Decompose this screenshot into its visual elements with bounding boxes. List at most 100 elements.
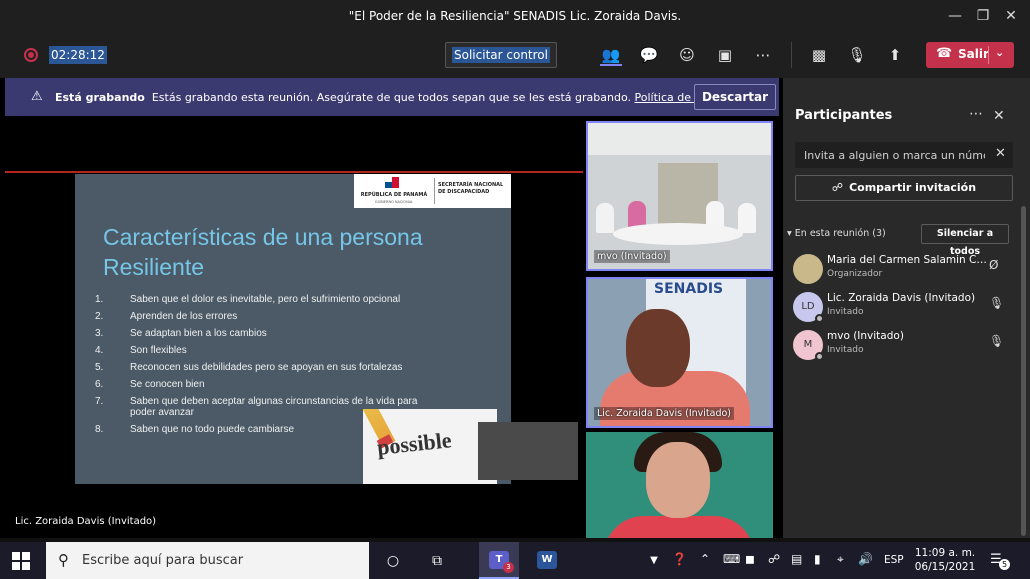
participant-role: Organizador [827, 269, 883, 279]
speaker-face [626, 309, 690, 387]
video-tile-third[interactable] [586, 432, 773, 538]
clear-icon[interactable]: ✕ [995, 146, 1006, 161]
windows-taskbar: ⚲ ○ ⧉ T 3 W ▼ ❓ ⌃ ⌨ ◼ ☍ ▤ ▮ ⌖ 🔊 ESP 11:0… [0, 542, 1030, 579]
usb-icon[interactable]: ⌨ [723, 552, 740, 566]
scroll-down-icon[interactable]: ▼ [643, 550, 665, 572]
participant-row[interactable]: Maria del Carmen Salamin Ca... Organizad… [793, 252, 1013, 288]
participant-name: Maria del Carmen Salamin Ca... [827, 254, 987, 266]
help-icon[interactable]: ❓ [672, 552, 687, 566]
attendee-figure [596, 203, 614, 233]
leave-label: Salir [958, 47, 989, 61]
participants-panel: Participantes ⋯ ✕ ✕ ☍ Compartir invitació… [783, 78, 1030, 538]
taskbar-search-input[interactable] [82, 542, 362, 579]
clock-time: 11:09 a. m. [914, 547, 976, 559]
invite-input[interactable] [795, 142, 985, 168]
word-app[interactable]: W [527, 542, 567, 579]
list-item: 5. Reconocen sus debilidades pero se apoy… [95, 362, 403, 373]
participants-icon[interactable]: 👥 [600, 44, 622, 66]
maximize-icon[interactable]: ❐ [972, 6, 994, 26]
share-label: Compartir invitación [849, 181, 977, 194]
recording-icon [24, 48, 38, 62]
word-icon: W [537, 551, 557, 569]
mic-muted-icon[interactable]: 🎙 [846, 44, 868, 66]
notifications-icon[interactable]: ☰ 5 [990, 552, 1010, 570]
presence-icon [815, 352, 824, 361]
chevron-up-icon[interactable]: ⌃ [700, 552, 710, 566]
volume-icon[interactable]: 🔊 [858, 552, 873, 566]
request-control-button[interactable]: Solicitar control [445, 42, 557, 68]
warning-icon: ⚠ [31, 89, 43, 104]
banner-sign-text: SENADIS [654, 281, 724, 297]
impossible-pencil-image: possible [363, 409, 497, 484]
windows-start-icon[interactable] [12, 552, 30, 570]
notification-count: 5 [999, 559, 1010, 570]
panel-title: Participantes [795, 108, 893, 123]
avatar: M [793, 330, 824, 361]
presentation-slide: REPÚBLICA DE PANAMÁ GOBIERNO NACIONAL SE… [75, 174, 511, 484]
leave-divider [988, 46, 989, 64]
cortana-icon[interactable]: ○ [382, 550, 404, 572]
wifi-icon[interactable]: ⌖ [837, 552, 844, 567]
banner-message: Estás grabando esta reunión. Asegúrate d… [151, 91, 631, 104]
leave-button[interactable]: ☎ Salir ⌄ [926, 42, 1014, 68]
in-meeting-header[interactable]: ▾ En esta reunión (3) [787, 228, 886, 239]
battery-icon[interactable]: ▮ [814, 552, 821, 566]
share-icon: ☍ [831, 181, 844, 194]
participant-row[interactable]: M mvo (Invitado) Invitado 🎙 [793, 328, 1013, 364]
list-item: 4. Son flexibles [95, 345, 187, 356]
panel-scrollbar[interactable] [1021, 206, 1026, 536]
logo-divider [434, 178, 435, 204]
list-item: 1. Saben que el dolor es inevitable, pero… [95, 294, 401, 305]
more-options-icon[interactable]: ⋯ [752, 44, 774, 66]
room-ceiling [588, 123, 771, 155]
share-screen-icon[interactable]: ⬆ [884, 44, 906, 66]
meeting-toolbar: 02:28:12 Solicitar control 👥 💬 ☺ ▣ ⋯ ▩ 🎙… [0, 32, 1030, 78]
participant-face [646, 442, 710, 518]
close-icon[interactable]: ✕ [993, 108, 1005, 124]
language-indicator[interactable]: ESP [884, 554, 904, 566]
invite-box: ✕ [795, 142, 1013, 168]
presenter-name: Lic. Zoraida Davis (Invitado) [15, 516, 157, 527]
participant-row[interactable]: LD Lic. Zoraida Davis (Invitado) Invitad… [793, 290, 1013, 326]
taskbar-clock[interactable]: 11:09 a. m. 06/15/2021 [914, 546, 976, 574]
camera-icon[interactable]: ▩ [808, 44, 830, 66]
rooms-icon[interactable]: ▣ [714, 44, 736, 66]
avatar: LD [793, 292, 824, 323]
mic-icon: 🎙 [989, 334, 1005, 348]
security-icon[interactable]: ☍ [768, 552, 780, 566]
list-item: 6. Se conocen bien [95, 379, 205, 390]
teams-app[interactable]: T 3 [479, 542, 519, 579]
avatar [793, 254, 823, 284]
taskbar-search: ⚲ [46, 542, 369, 579]
mic-off-icon: Ø [989, 258, 999, 272]
mute-all-button[interactable]: Silenciar a todos [921, 224, 1009, 257]
request-control-label: Solicitar control [452, 47, 550, 63]
reactions-icon[interactable]: ☺ [676, 44, 698, 66]
task-view-icon[interactable]: ⧉ [426, 550, 448, 572]
minimize-icon[interactable]: — [944, 6, 966, 26]
attendee-figure [738, 203, 756, 233]
camera-off-icon[interactable]: ◼ [745, 552, 755, 566]
participant-name: Lic. Zoraida Davis (Invitado) [827, 292, 976, 304]
video-tile-zoraida[interactable]: SENADIS Lic. Zoraida Davis (Invitado) [586, 277, 773, 428]
list-item: 2. Aprenden de los errores [95, 311, 238, 322]
participant-role: Invitado [827, 307, 864, 317]
list-item: 3. Se adaptan bien a los cambios [95, 328, 267, 339]
share-invite-button[interactable]: ☍ Compartir invitación [795, 175, 1013, 201]
meeting-timer: 02:28:12 [49, 46, 107, 64]
video-name-label: mvo (Invitado) [594, 250, 670, 263]
government-logo: REPÚBLICA DE PANAMÁ GOBIERNO NACIONAL SE… [354, 174, 511, 208]
search-icon: ⚲ [58, 551, 69, 569]
in-meeting-label: En esta reunión (3) [794, 228, 886, 239]
close-window-icon[interactable]: ✕ [1000, 6, 1022, 26]
dismiss-button[interactable]: Descartar [694, 84, 776, 110]
device-icon[interactable]: ▤ [791, 552, 802, 566]
mic-icon: 🎙 [989, 296, 1005, 310]
chat-icon[interactable]: 💬 [638, 44, 660, 66]
more-icon[interactable]: ⋯ [969, 106, 983, 122]
panama-flag-icon [385, 177, 399, 188]
slide-title: Características de una persona Resilient… [103, 222, 503, 282]
chevron-down-icon[interactable]: ⌄ [995, 46, 1004, 59]
video-tile-mvo[interactable]: mvo (Invitado) [586, 121, 773, 271]
clock-date: 06/15/2021 [914, 561, 976, 573]
